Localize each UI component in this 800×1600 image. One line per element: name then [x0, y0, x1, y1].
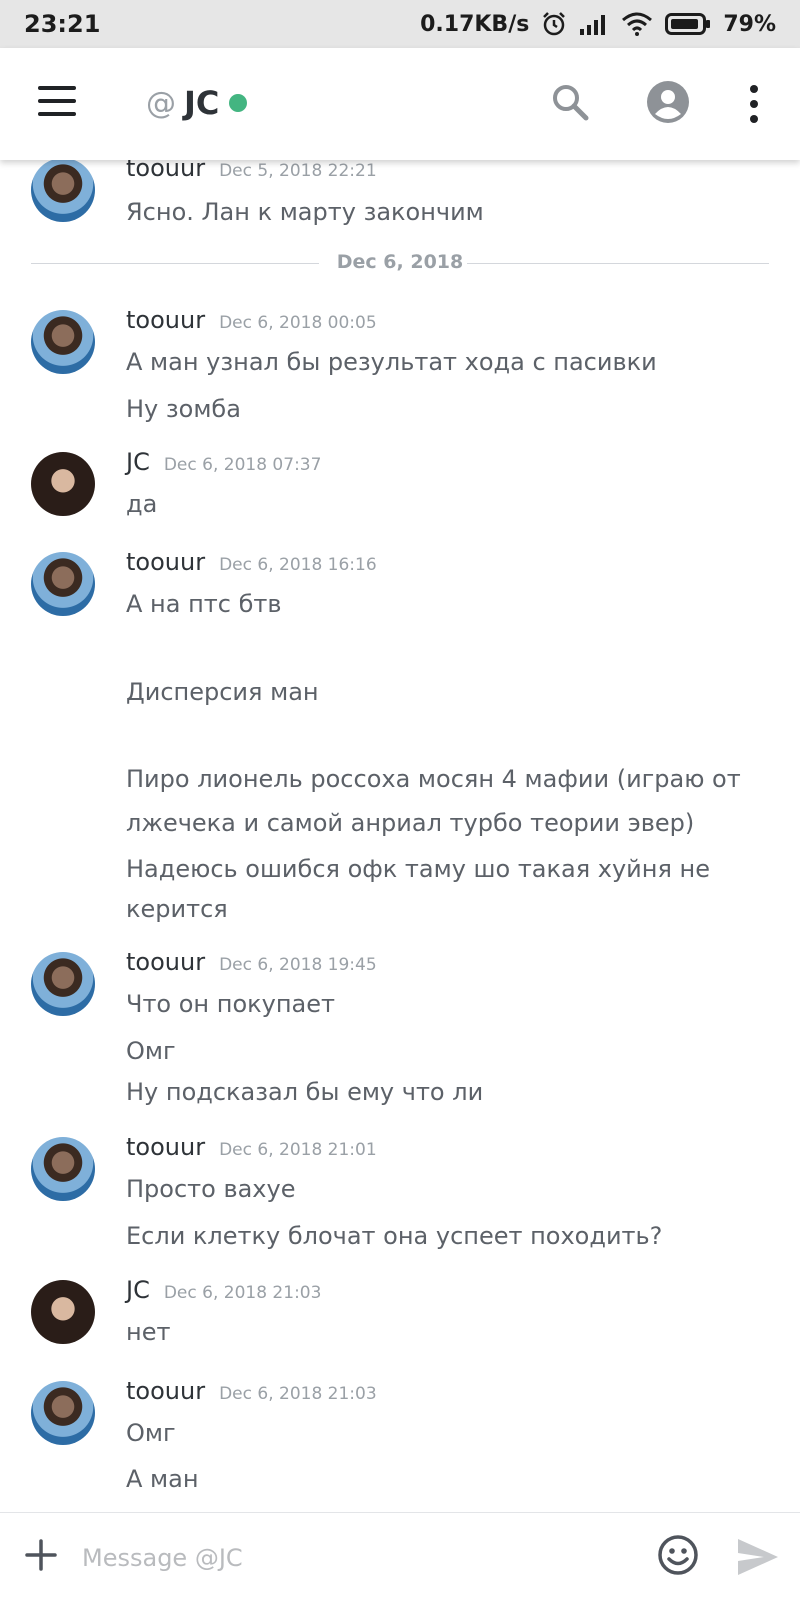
- message-text: да: [126, 490, 158, 518]
- menu-icon[interactable]: [38, 86, 76, 116]
- timestamp: Dec 6, 2018 21:03: [163, 1283, 322, 1303]
- profile-icon[interactable]: [646, 80, 690, 124]
- timestamp: Dec 6, 2018 21:03: [219, 1384, 377, 1404]
- status-right: 0.17KB/s 79%: [420, 11, 776, 37]
- timestamp: Dec 6, 2018 16:16: [219, 555, 377, 575]
- timestamp: Dec 6, 2018 21:01: [219, 1140, 377, 1160]
- emoji-icon[interactable]: [656, 1533, 700, 1577]
- message-text: Пиро лионель россоха мосян 4 мафии (игра…: [126, 765, 741, 793]
- avatar[interactable]: [31, 552, 95, 616]
- date-divider-label: Dec 6, 2018: [336, 251, 464, 273]
- message-text: Просто вахуе: [126, 1175, 296, 1203]
- message-text: лжечека и самой анриал турбо теории эвер…: [126, 809, 695, 837]
- search-icon[interactable]: [550, 82, 590, 122]
- online-status-dot: [229, 94, 248, 112]
- avatar[interactable]: [31, 310, 95, 374]
- message-text: Омг: [126, 1419, 176, 1447]
- at-symbol: @: [146, 85, 176, 121]
- net-speed: 0.17KB/s: [420, 11, 530, 37]
- author-name[interactable]: JC: [126, 448, 150, 476]
- add-attachment-icon[interactable]: [24, 1538, 58, 1572]
- message-header: toouur Dec 6, 2018 16:16: [126, 548, 377, 576]
- send-icon[interactable]: [736, 1537, 780, 1577]
- timestamp: Dec 6, 2018 19:45: [219, 955, 377, 975]
- channel-title: @ JC: [146, 84, 248, 122]
- message-text: Омг: [126, 1037, 176, 1065]
- battery-level: 79%: [723, 11, 776, 37]
- wifi-icon: [622, 12, 653, 36]
- author-name[interactable]: toouur: [126, 548, 205, 576]
- timestamp: Dec 6, 2018 07:37: [163, 455, 322, 475]
- page-title: JC: [184, 84, 220, 122]
- message-header: JC Dec 6, 2018 07:37: [126, 448, 321, 476]
- app-bar: @ JC: [0, 48, 800, 160]
- message-header: toouur Dec 6, 2018 00:05: [126, 306, 377, 334]
- avatar[interactable]: [31, 952, 95, 1016]
- message-text: Ну зомба: [126, 395, 241, 423]
- message-header: toouur Dec 6, 2018 19:45: [126, 948, 377, 976]
- message-text: нет: [126, 1318, 171, 1346]
- avatar[interactable]: [31, 1280, 95, 1344]
- message-header: toouur Dec 6, 2018 21:01: [126, 1133, 377, 1161]
- timestamp: Dec 6, 2018 00:05: [219, 313, 377, 333]
- alarm-icon: [543, 12, 566, 36]
- message-text: керится: [126, 895, 228, 923]
- message-text: Если клетку блочат она успеет походить?: [126, 1222, 663, 1250]
- message-header: toouur Dec 5, 2018 22:21: [126, 160, 377, 182]
- status-bar: 23:21 0.17KB/s 79%: [0, 0, 800, 48]
- author-name[interactable]: toouur: [126, 1133, 205, 1161]
- author-name[interactable]: toouur: [126, 306, 205, 334]
- message-text: Что он покупает: [126, 990, 335, 1018]
- message-composer: [0, 1512, 800, 1600]
- message-text: Ну подсказал бы ему что ли: [126, 1078, 484, 1106]
- date-divider: Dec 6, 2018: [31, 251, 769, 273]
- message-text: Надеюсь ошибся офк таму шо такая хуйня н…: [126, 855, 710, 883]
- author-name[interactable]: toouur: [126, 160, 205, 182]
- avatar[interactable]: [31, 160, 95, 222]
- author-name[interactable]: toouur: [126, 948, 205, 976]
- status-time: 23:21: [24, 10, 101, 38]
- message-input[interactable]: [80, 1535, 624, 1581]
- avatar[interactable]: [31, 1381, 95, 1445]
- author-name[interactable]: toouur: [126, 1377, 205, 1405]
- avatar[interactable]: [31, 452, 95, 516]
- message-text: Ясно. Лан к марту закончим: [126, 198, 484, 226]
- message-text: А ман: [126, 1465, 199, 1493]
- message-text: А ман узнал бы результат хода с пасивки: [126, 348, 657, 376]
- avatar[interactable]: [31, 1137, 95, 1201]
- timestamp: Dec 5, 2018 22:21: [219, 161, 377, 181]
- message-header: toouur Dec 6, 2018 21:03: [126, 1377, 377, 1405]
- author-name[interactable]: JC: [126, 1276, 150, 1304]
- message-list[interactable]: toouur Dec 5, 2018 22:21 Ясно. Лан к мар…: [0, 160, 800, 1512]
- more-options-icon[interactable]: [748, 84, 760, 124]
- message-text: А на птс бтв: [126, 590, 282, 618]
- message-text: Дисперсия ман: [126, 678, 319, 706]
- message-header: JC Dec 6, 2018 21:03: [126, 1276, 321, 1304]
- battery-icon: [665, 13, 711, 35]
- signal-icon: [580, 15, 606, 35]
